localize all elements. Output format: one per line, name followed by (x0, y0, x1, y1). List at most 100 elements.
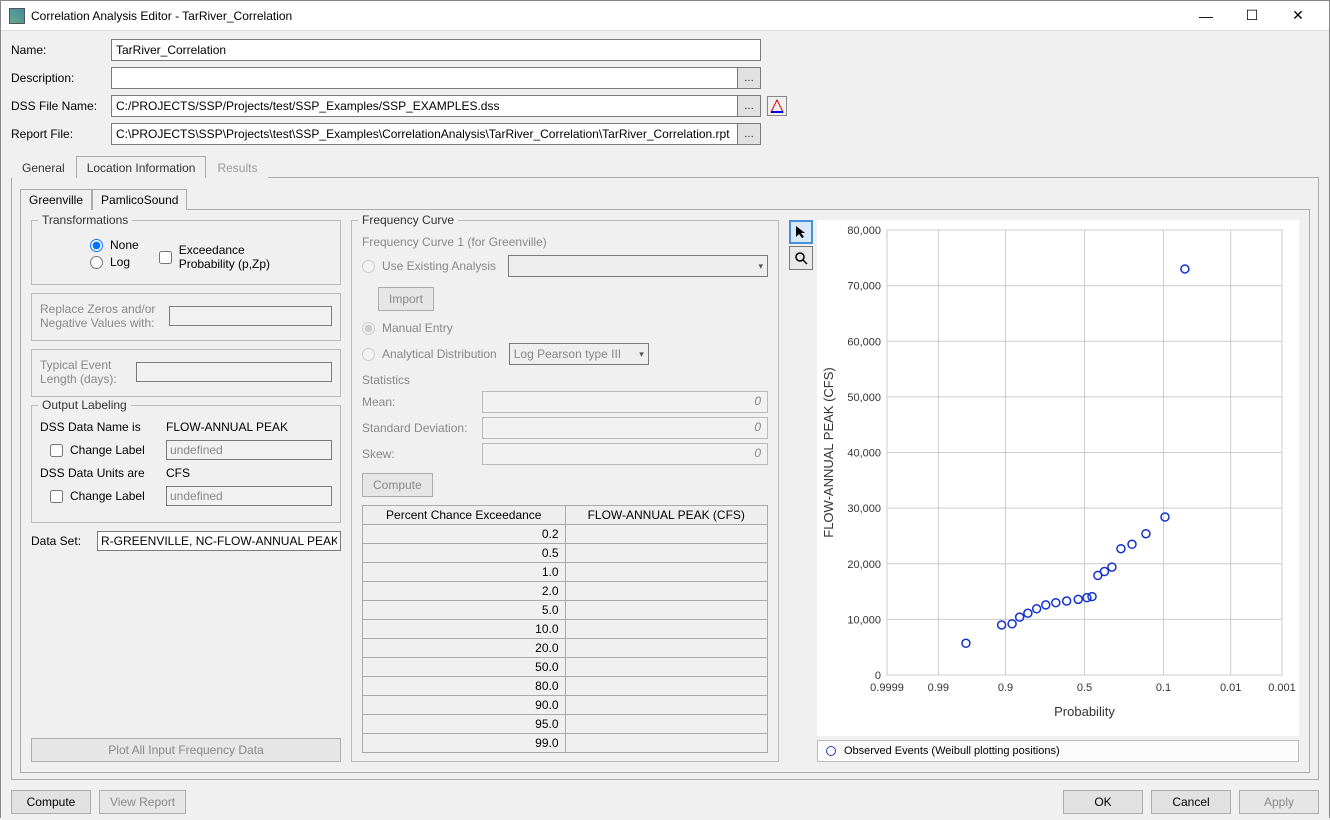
checkbox-exceedance[interactable] (159, 251, 172, 264)
dss-data-units-value: CFS (166, 466, 190, 480)
output-labeling-legend: Output Labeling (38, 398, 131, 412)
import-button: Import (378, 287, 434, 311)
replace-zeros-input (169, 306, 332, 326)
plot-all-input-button: Plot All Input Frequency Data (31, 738, 341, 762)
description-input[interactable] (111, 67, 738, 89)
checkbox-change-label-2[interactable] (50, 490, 63, 503)
table-row[interactable]: 5.0 (363, 601, 768, 620)
mean-input: 0 (482, 391, 768, 413)
compute-button[interactable]: Compute (11, 790, 91, 814)
compute-stats-button: Compute (362, 473, 433, 497)
table-header-pce: Percent Chance Exceedance (363, 506, 566, 525)
dataset-input[interactable] (97, 531, 341, 551)
svg-text:30,000: 30,000 (847, 503, 881, 515)
dataset-label: Data Set: (31, 534, 91, 548)
table-row[interactable]: 0.2 (363, 525, 768, 544)
svg-text:0.9999: 0.9999 (870, 682, 904, 694)
exceedance-table[interactable]: Percent Chance Exceedance FLOW-ANNUAL PE… (362, 505, 768, 753)
tab-location-information[interactable]: Location Information (76, 156, 207, 178)
statistics-label: Statistics (362, 373, 768, 387)
description-label: Description: (11, 71, 111, 85)
typical-event-input (136, 362, 332, 382)
legend-text: Observed Events (Weibull plotting positi… (844, 745, 1060, 757)
svg-text:Probability: Probability (1054, 704, 1115, 719)
transformations-legend: Transformations (38, 213, 132, 227)
minimize-button[interactable]: — (1183, 1, 1229, 31)
table-row[interactable]: 2.0 (363, 582, 768, 601)
maximize-button[interactable]: ☐ (1229, 1, 1275, 31)
radio-use-existing (362, 260, 375, 273)
skew-input: 0 (482, 443, 768, 465)
svg-text:50,000: 50,000 (847, 392, 881, 404)
svg-text:0.001: 0.001 (1268, 682, 1296, 694)
table-row[interactable]: 90.0 (363, 696, 768, 715)
replace-zeros-label: Replace Zeros and/or Negative Values wit… (40, 302, 163, 330)
zoom-tool-button[interactable] (789, 246, 813, 270)
frequency-curve-legend: Frequency Curve (358, 213, 458, 227)
table-row[interactable]: 50.0 (363, 658, 768, 677)
sd-label: Standard Deviation: (362, 421, 482, 435)
main-tabs: General Location Information Results (11, 155, 1319, 178)
svg-text:20,000: 20,000 (847, 559, 881, 571)
window-title: Correlation Analysis Editor - TarRiver_C… (31, 9, 1183, 23)
view-report-button: View Report (99, 790, 186, 814)
sd-input: 0 (482, 417, 768, 439)
change-label-input-2 (166, 486, 332, 506)
pointer-tool-button[interactable] (789, 220, 813, 244)
report-file-input[interactable] (111, 123, 738, 145)
report-browse-button[interactable]: … (737, 123, 761, 145)
existing-analysis-select: ▾ (508, 255, 768, 277)
name-label: Name: (11, 43, 111, 57)
radio-manual-entry (362, 322, 375, 335)
dss-browse-button[interactable]: … (737, 95, 761, 117)
tab-results: Results (206, 156, 268, 178)
dss-data-name-is-label: DSS Data Name is (40, 420, 160, 434)
svg-text:0.9: 0.9 (998, 682, 1013, 694)
table-row[interactable]: 95.0 (363, 715, 768, 734)
description-ellipsis-button[interactable]: … (737, 67, 761, 89)
svg-text:0.1: 0.1 (1156, 682, 1171, 694)
frequency-chart[interactable]: 0 10,000 20,000 30,000 40,000 50,000 60,000 70,… (817, 220, 1299, 736)
svg-text:80,000: 80,000 (847, 225, 881, 237)
distribution-select: Log Pearson type III▾ (509, 343, 649, 365)
svg-text:40,000: 40,000 (847, 448, 881, 460)
change-label-input-1 (166, 440, 332, 460)
plot-icon[interactable] (767, 96, 787, 116)
table-row[interactable]: 0.5 (363, 544, 768, 563)
svg-text:0.99: 0.99 (928, 682, 949, 694)
radio-log[interactable] (90, 256, 103, 269)
svg-text:70,000: 70,000 (847, 281, 881, 293)
dss-file-input[interactable] (111, 95, 738, 117)
radio-analytical (362, 348, 375, 361)
table-row[interactable]: 1.0 (363, 563, 768, 582)
dss-file-label: DSS File Name: (11, 99, 111, 113)
cancel-button[interactable]: Cancel (1151, 790, 1231, 814)
svg-text:60,000: 60,000 (847, 336, 881, 348)
typical-event-label: Typical Event Length (days): (40, 358, 130, 386)
report-file-label: Report File: (11, 127, 111, 141)
ok-button[interactable]: OK (1063, 790, 1143, 814)
subtab-pamlicosound[interactable]: PamlicoSound (92, 189, 187, 210)
name-input[interactable] (111, 39, 761, 61)
frequency-curve-group: Frequency Curve Frequency Curve 1 (for G… (351, 220, 779, 762)
freq-subtitle: Frequency Curve 1 (for Greenville) (362, 235, 768, 249)
tab-general[interactable]: General (11, 156, 76, 178)
subtab-greenville[interactable]: Greenville (20, 189, 92, 210)
table-row[interactable]: 99.0 (363, 734, 768, 753)
chart-legend: Observed Events (Weibull plotting positi… (817, 740, 1299, 762)
apply-button: Apply (1239, 790, 1319, 814)
table-row[interactable]: 80.0 (363, 677, 768, 696)
table-row[interactable]: 10.0 (363, 620, 768, 639)
mean-label: Mean: (362, 395, 482, 409)
close-button[interactable]: ✕ (1275, 1, 1321, 31)
dss-data-units-are-label: DSS Data Units are (40, 466, 160, 480)
transformations-group: Transformations None Log Exceedance Prob… (31, 220, 341, 285)
replace-zeros-group: Replace Zeros and/or Negative Values wit… (31, 293, 341, 341)
svg-text:0: 0 (875, 670, 881, 682)
checkbox-change-label-1[interactable] (50, 444, 63, 457)
radio-none[interactable] (90, 239, 103, 252)
svg-text:10,000: 10,000 (847, 614, 881, 626)
svg-text:0.01: 0.01 (1220, 682, 1241, 694)
table-row[interactable]: 20.0 (363, 639, 768, 658)
table-header-flow: FLOW-ANNUAL PEAK (CFS) (565, 506, 768, 525)
